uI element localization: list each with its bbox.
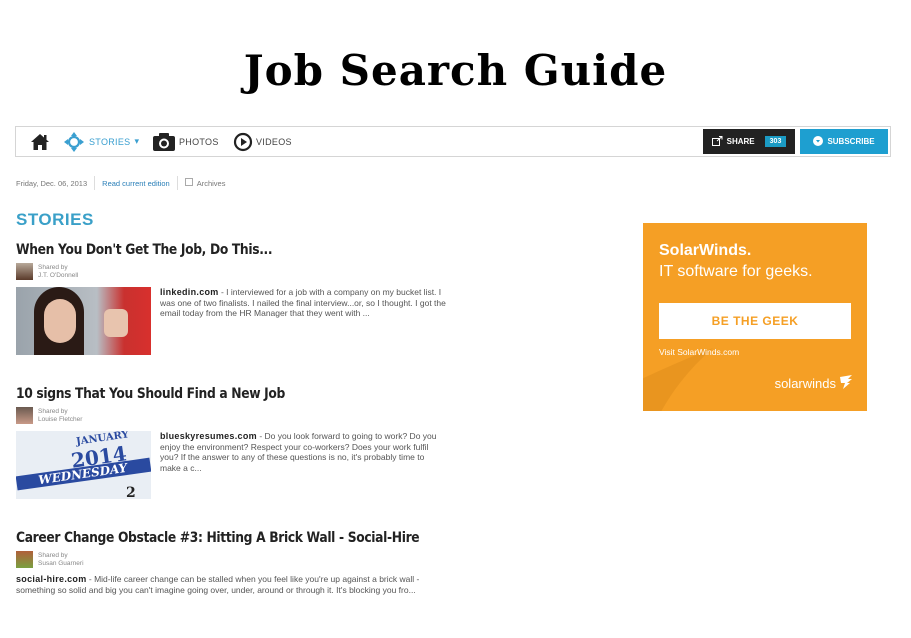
move-arrows-icon	[64, 131, 84, 152]
story-excerpt: linkedin.com - I interviewed for a job w…	[160, 287, 446, 355]
ad-visit-link[interactable]: Visit SolarWinds.com	[659, 347, 739, 357]
thumb-next-date: 2	[126, 485, 136, 499]
story-sharer: Shared by Susan Guarneri	[16, 551, 446, 568]
archives-link[interactable]: Archives	[184, 178, 226, 188]
story-excerpt: social-hire.com - Mid-life career change…	[16, 574, 446, 595]
story-source[interactable]: linkedin.com	[160, 287, 219, 297]
nav-photos[interactable]: Photos	[152, 127, 219, 156]
share-button[interactable]: Share 303	[703, 129, 795, 154]
story-sharer: Shared by J.T. O'Donnell	[16, 263, 446, 280]
solarwinds-bird-icon	[839, 375, 853, 392]
divider	[176, 176, 178, 190]
shared-by-label: Shared by	[38, 263, 68, 271]
nav-stories-dropdown[interactable]: Stories ▾	[64, 127, 139, 156]
read-current-edition-link[interactable]: Read current edition	[102, 179, 170, 188]
nav-stories-label: Stories	[89, 136, 131, 147]
solarwinds-ad[interactable]: SolarWinds. IT software for geeks. BE TH…	[643, 223, 867, 411]
page-title: Job Search Guide	[243, 46, 668, 95]
edition-bar: Friday, Dec. 06, 2013 Read current editi…	[16, 176, 225, 190]
ad-logo-text: solarwinds	[774, 376, 836, 391]
ad-cta-button[interactable]: BE THE GEEK	[659, 303, 851, 339]
story-source[interactable]: blueskyresumes.com	[160, 431, 257, 441]
story-sharer: Shared by Louise Fletcher	[16, 407, 446, 424]
sharer-name[interactable]: Louise Fletcher	[38, 416, 82, 424]
home-icon	[30, 133, 50, 151]
section-title: STORIES	[16, 210, 94, 229]
story-source[interactable]: social-hire.com	[16, 574, 87, 584]
story-item: Career Change Obstacle #3: Hitting A Bri…	[16, 530, 446, 595]
avatar[interactable]	[16, 551, 33, 568]
top-navbar: Stories ▾ Photos Videos Share 303 Subscr…	[15, 126, 891, 157]
story-item: 10 signs That You Should Find a New Job …	[16, 386, 446, 499]
avatar[interactable]	[16, 263, 33, 280]
story-title-link[interactable]: 10 signs That You Should Find a New Job	[16, 386, 394, 402]
subscribe-label: Subscribe	[827, 137, 875, 146]
sharer-name[interactable]: Susan Guarneri	[38, 560, 84, 568]
share-label: Share	[726, 137, 755, 146]
story-title-link[interactable]: When You Don't Get The Job, Do This...	[16, 242, 394, 258]
story-item: When You Don't Get The Job, Do This... S…	[16, 242, 446, 355]
share-icon	[711, 135, 723, 148]
story-thumbnail[interactable]	[16, 287, 151, 355]
play-circle-icon	[233, 132, 253, 152]
download-circle-icon	[813, 135, 824, 148]
chevron-down-icon: ▾	[134, 136, 140, 146]
swoosh-decoration	[643, 348, 713, 411]
subscribe-button[interactable]: Subscribe	[800, 129, 888, 154]
share-count-badge: 303	[764, 136, 787, 147]
nav-videos[interactable]: Videos	[233, 127, 292, 156]
divider	[94, 176, 96, 190]
nav-videos-label: Videos	[256, 136, 292, 147]
ad-headline: SolarWinds.	[659, 242, 752, 259]
story-thumbnail[interactable]: JANUARY 2014 WEDNESDAY 2	[16, 431, 151, 499]
story-title-link[interactable]: Career Change Obstacle #3: Hitting A Bri…	[16, 530, 420, 546]
nav-photos-label: Photos	[179, 136, 219, 147]
archives-label: Archives	[196, 179, 226, 188]
shared-by-label: Shared by	[38, 407, 68, 415]
ad-subheadline: IT software for geeks.	[659, 263, 813, 280]
edition-date: Friday, Dec. 06, 2013	[16, 178, 88, 188]
shared-by-label: Shared by	[38, 551, 68, 559]
camera-icon	[152, 132, 176, 152]
avatar[interactable]	[16, 407, 33, 424]
sharer-name[interactable]: J.T. O'Donnell	[38, 272, 78, 280]
ad-logo: solarwinds	[775, 375, 853, 392]
story-excerpt: blueskyresumes.com - Do you look forward…	[160, 431, 446, 499]
nav-home[interactable]	[30, 127, 50, 156]
calendar-icon	[184, 178, 193, 186]
